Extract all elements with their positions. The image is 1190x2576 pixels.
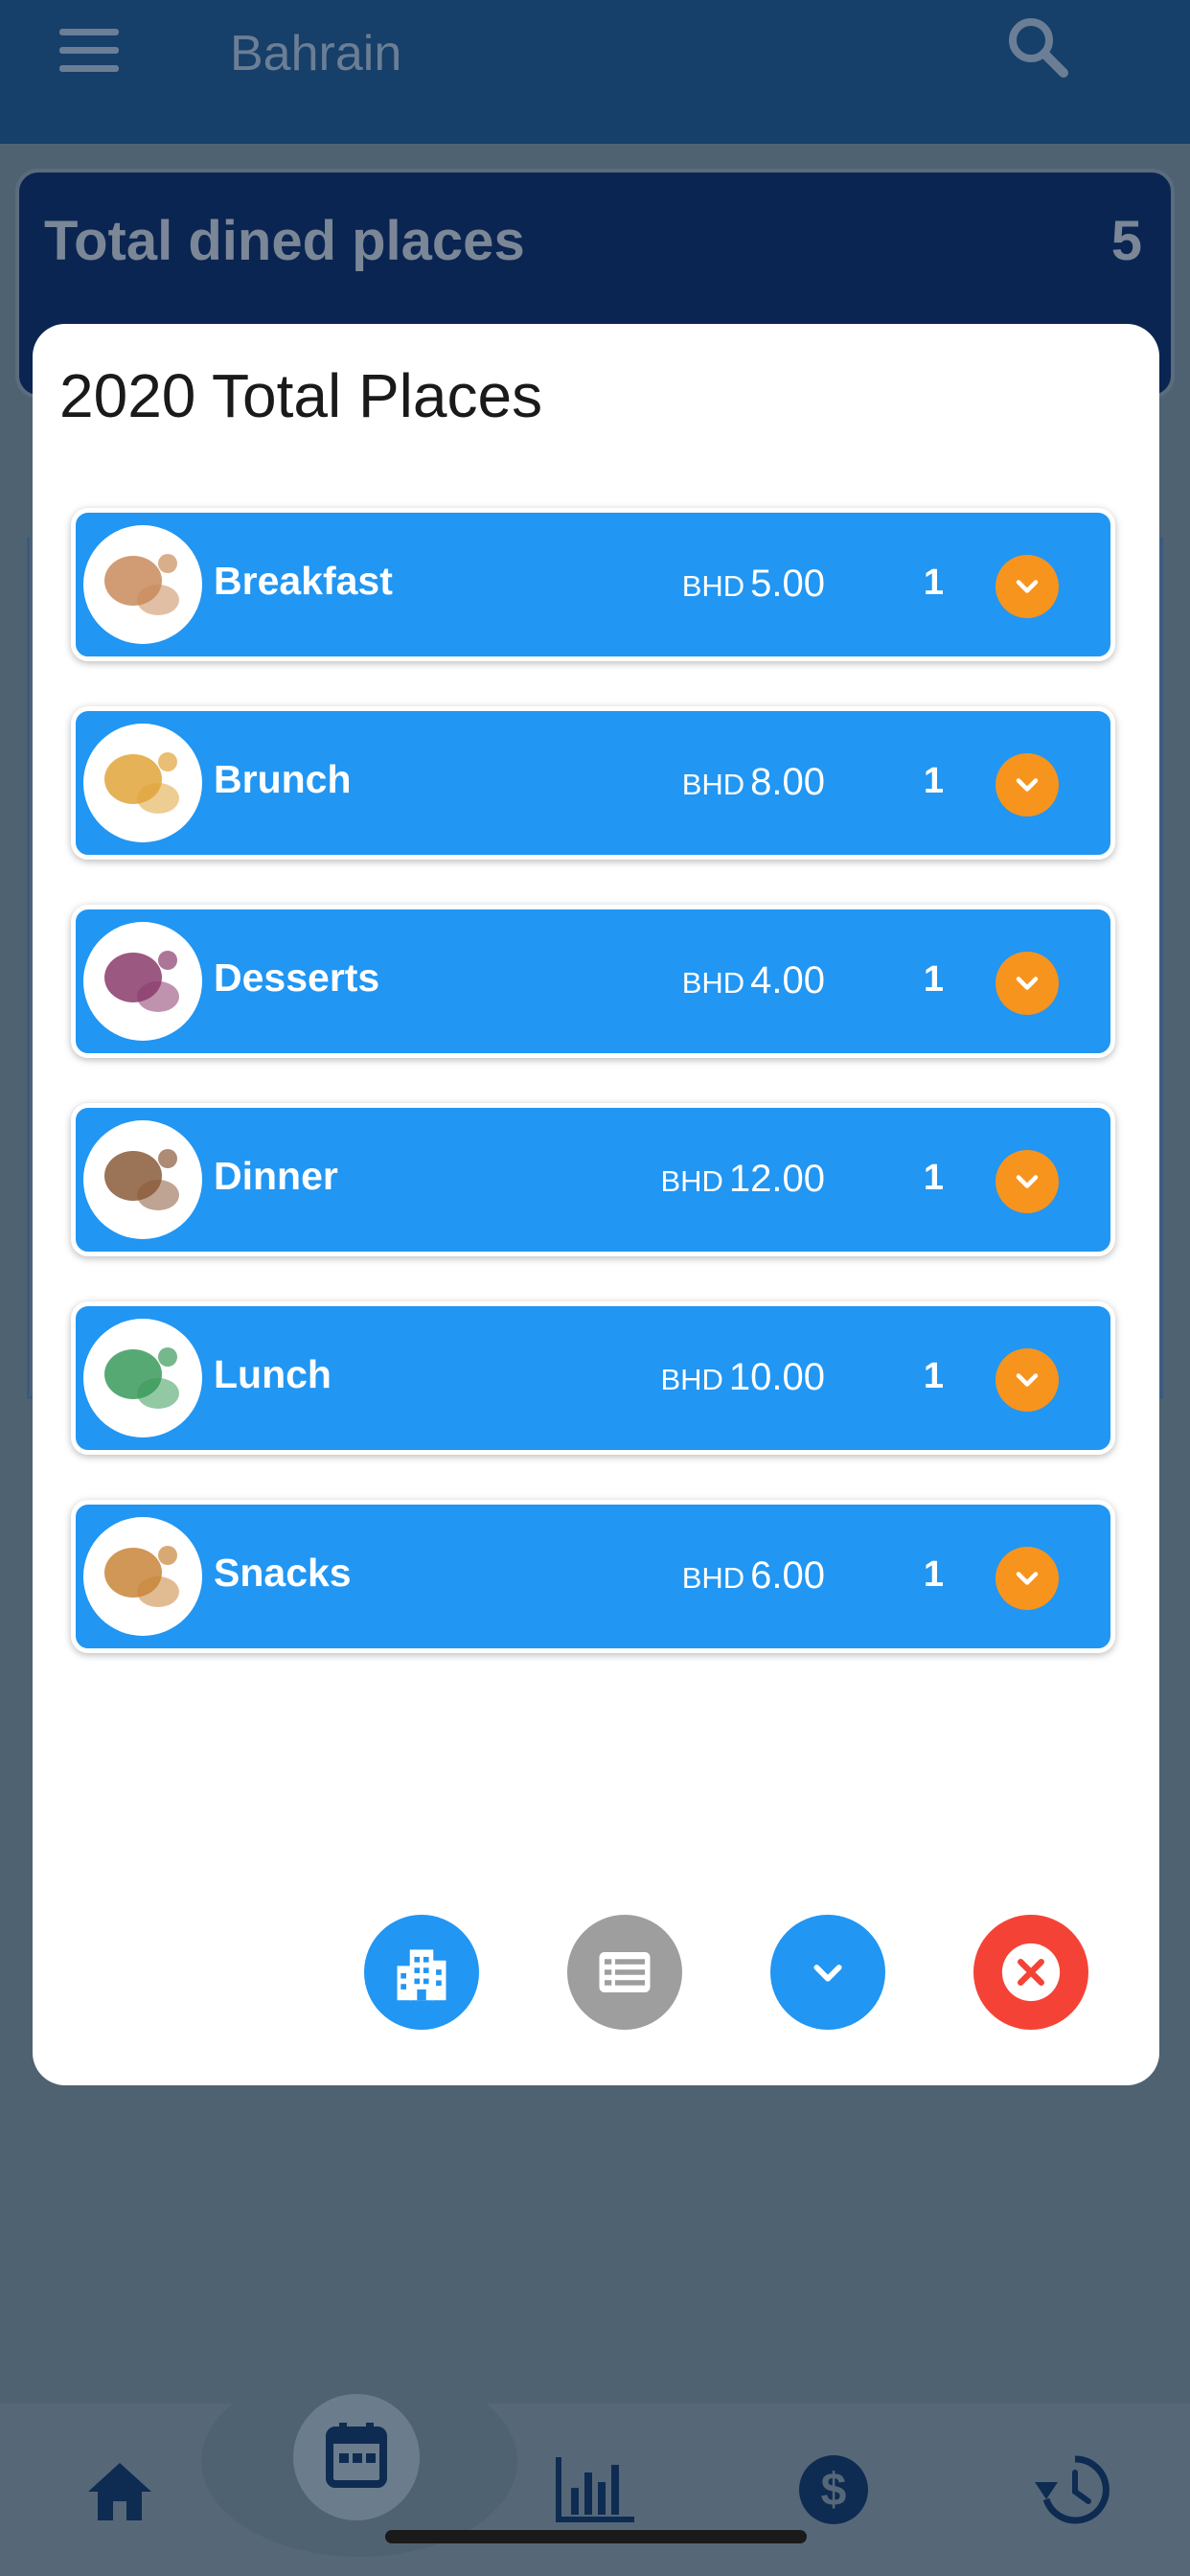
- category-row-desserts[interactable]: Desserts BHD 4.00 1: [71, 905, 1115, 1058]
- category-price: BHD 12.00: [660, 1158, 825, 1201]
- category-name: Lunch: [214, 1352, 332, 1396]
- category-count: 1: [923, 563, 944, 603]
- bar-chart-icon[interactable]: [552, 2453, 638, 2526]
- category-count: 1: [923, 1158, 944, 1198]
- modal-title: 2020 Total Places: [59, 361, 543, 430]
- category-row-snacks[interactable]: Snacks BHD 6.00 1: [71, 1500, 1115, 1653]
- chevron-down-icon: [1016, 1175, 1039, 1188]
- calendar-icon: [326, 2423, 387, 2488]
- snacks-thumbnail: [83, 1517, 202, 1636]
- brunch-thumbnail: [83, 724, 202, 842]
- category-name: Snacks: [214, 1551, 352, 1595]
- category-row-lunch[interactable]: Lunch BHD 10.00 1: [71, 1301, 1115, 1455]
- category-row-dinner[interactable]: Dinner BHD 12.00 1: [71, 1103, 1115, 1256]
- price-currency: BHD: [660, 1363, 723, 1396]
- category-count: 1: [923, 761, 944, 801]
- price-amount: 10.00: [728, 1356, 825, 1398]
- expand-button[interactable]: [770, 1915, 885, 2030]
- expand-row-button[interactable]: [995, 555, 1059, 618]
- price-currency: BHD: [681, 1561, 745, 1595]
- list-icon: [599, 1951, 651, 1993]
- category-price: BHD 5.00: [682, 563, 825, 606]
- price-currency: BHD: [681, 569, 745, 603]
- calendar-fab[interactable]: [293, 2394, 420, 2520]
- chevron-down-icon: [1016, 778, 1039, 792]
- hamburger-menu-icon[interactable]: [59, 29, 119, 72]
- category-price: BHD 4.00: [682, 959, 825, 1002]
- price-amount: 12.00: [728, 1158, 825, 1200]
- summary-count: 5: [1110, 210, 1142, 272]
- category-price: BHD 6.00: [682, 1554, 825, 1598]
- price-amount: 5.00: [750, 563, 825, 605]
- category-price: BHD 8.00: [682, 761, 825, 804]
- desserts-thumbnail: [83, 922, 202, 1041]
- category-count: 1: [923, 959, 944, 1000]
- category-count: 1: [923, 1554, 944, 1595]
- search-icon[interactable]: [1004, 13, 1073, 82]
- chevron-down-icon: [1016, 580, 1039, 593]
- chevron-down-icon: [1016, 1373, 1039, 1387]
- total-places-modal: 2020 Total Places Breakfast BHD 5.00 1 Brunc…: [33, 324, 1159, 2085]
- price-amount: 4.00: [750, 959, 825, 1001]
- chevron-down-icon: [813, 1965, 842, 1982]
- category-name: Brunch: [214, 757, 352, 801]
- expand-row-button[interactable]: [995, 1547, 1059, 1610]
- summary-label: Total dined places: [44, 210, 525, 272]
- category-name: Desserts: [214, 955, 380, 1000]
- lunch-thumbnail: [83, 1319, 202, 1438]
- price-currency: BHD: [681, 768, 745, 801]
- price-amount: 8.00: [750, 761, 825, 803]
- category-row-brunch[interactable]: Brunch BHD 8.00 1: [71, 706, 1115, 860]
- home-indicator: [385, 2530, 807, 2543]
- expand-row-button[interactable]: [995, 1348, 1059, 1412]
- price-amount: 6.00: [750, 1554, 825, 1597]
- buildings-button[interactable]: [364, 1915, 479, 2030]
- expand-row-button[interactable]: [995, 952, 1059, 1015]
- app-title: Bahrain: [230, 26, 402, 81]
- category-name: Dinner: [214, 1154, 338, 1198]
- chevron-down-icon: [1016, 977, 1039, 990]
- category-row-breakfast[interactable]: Breakfast BHD 5.00 1: [71, 508, 1115, 661]
- close-button[interactable]: [973, 1915, 1088, 2030]
- category-price: BHD 10.00: [660, 1356, 825, 1399]
- expand-row-button[interactable]: [995, 753, 1059, 816]
- breakfast-thumbnail: [83, 525, 202, 644]
- dollar-icon[interactable]: $: [797, 2453, 870, 2526]
- dinner-thumbnail: [83, 1120, 202, 1239]
- price-currency: BHD: [660, 1164, 723, 1198]
- app-header: Bahrain: [0, 0, 1190, 144]
- close-icon: [1001, 1943, 1061, 2002]
- city-buildings-icon: [397, 1949, 446, 2001]
- expand-row-button[interactable]: [995, 1150, 1059, 1213]
- category-name: Breakfast: [214, 559, 393, 603]
- history-icon[interactable]: [1033, 2453, 1110, 2526]
- home-icon[interactable]: [84, 2459, 155, 2524]
- list-button[interactable]: [567, 1915, 682, 2030]
- chevron-down-icon: [1016, 1572, 1039, 1585]
- svg-text:$: $: [821, 2465, 847, 2516]
- category-count: 1: [923, 1356, 944, 1396]
- price-currency: BHD: [681, 966, 745, 1000]
